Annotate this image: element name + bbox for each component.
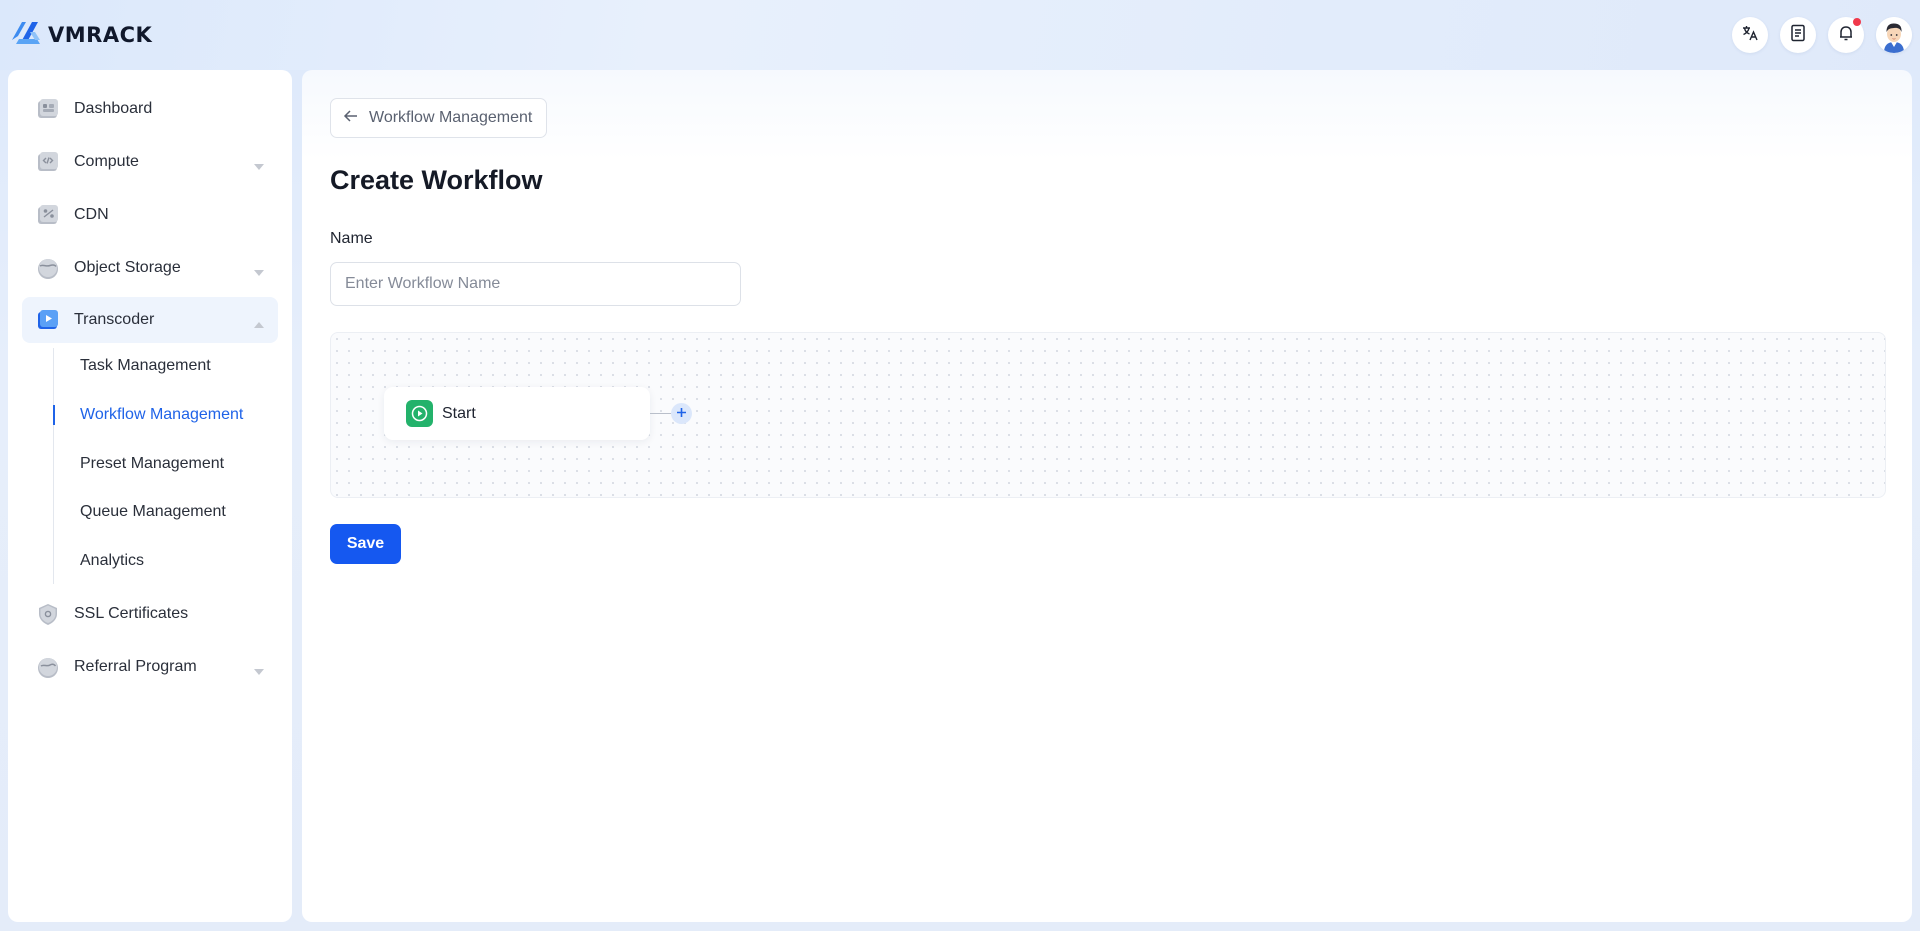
sidebar-item-cdn[interactable]: CDN <box>22 192 278 238</box>
page-title: Create Workflow <box>330 165 543 195</box>
add-node-button[interactable] <box>671 403 692 424</box>
workflow-name-input[interactable] <box>330 262 741 306</box>
sidebar-item-label: SSL Certificates <box>74 605 189 622</box>
node-connector <box>650 413 672 414</box>
chevron-up-icon <box>254 316 264 328</box>
workflow-canvas[interactable]: Start <box>330 332 1886 498</box>
sidebar-item-label: Compute <box>74 153 139 170</box>
sidebar-item-label: Object Storage <box>74 259 181 276</box>
sidebar-item-compute[interactable]: Compute <box>22 139 278 185</box>
sidebar-item-label: Referral Program <box>74 658 197 675</box>
arrow-left-icon <box>343 109 359 128</box>
notifications-button[interactable] <box>1828 17 1864 53</box>
play-circle-icon <box>406 400 433 427</box>
docs-button[interactable] <box>1780 17 1816 53</box>
back-button-label: Workflow Management <box>369 109 533 126</box>
sidebar-subitem-task-management[interactable]: Task Management <box>53 346 273 386</box>
chevron-down-icon <box>254 158 264 170</box>
sidebar-item-transcoder[interactable]: Transcoder <box>22 297 278 343</box>
transcoder-icon <box>36 308 60 332</box>
sidebar-item-dashboard[interactable]: Dashboard <box>22 86 278 132</box>
save-button[interactable]: Save <box>330 524 401 564</box>
sidebar-subitem-workflow-management[interactable]: Workflow Management <box>53 395 273 435</box>
sidebar-item-object-storage[interactable]: Object Storage <box>22 245 278 291</box>
header-actions <box>1732 17 1912 53</box>
sidebar-subitem-analytics[interactable]: Analytics <box>53 541 273 581</box>
start-node[interactable]: Start <box>384 387 650 440</box>
referral-icon <box>36 655 60 679</box>
sidebar-item-label: Dashboard <box>74 100 153 117</box>
cdn-icon <box>36 203 60 227</box>
vmrack-logo-icon <box>10 18 42 53</box>
notification-dot <box>1853 18 1861 26</box>
object-storage-icon <box>36 256 60 280</box>
translate-icon <box>1741 24 1759 47</box>
back-button[interactable]: Workflow Management <box>330 98 548 138</box>
plus-icon <box>676 405 687 423</box>
sidebar: Dashboard Compute CDN Object Storage Tra… <box>8 70 292 922</box>
compute-icon <box>36 150 60 174</box>
top-bar: VMRACK <box>0 0 1920 70</box>
language-button[interactable] <box>1732 17 1768 53</box>
logo-text: VMRACK <box>48 23 153 47</box>
document-icon <box>1790 24 1806 47</box>
logo[interactable]: VMRACK <box>10 19 152 51</box>
main-content: Workflow Management Create Workflow Name… <box>302 70 1912 922</box>
chevron-down-icon <box>254 264 264 276</box>
dashboard-icon <box>36 97 60 121</box>
chevron-down-icon <box>254 663 264 675</box>
sidebar-subitem-preset-management[interactable]: Preset Management <box>53 444 273 484</box>
start-node-label: Start <box>442 404 476 422</box>
sidebar-item-ssl-certificates[interactable]: SSL Certificates <box>22 591 278 637</box>
sidebar-item-label: CDN <box>74 206 109 223</box>
ssl-icon <box>36 602 60 626</box>
sidebar-subitem-queue-management[interactable]: Queue Management <box>53 492 273 532</box>
sidebar-item-referral-program[interactable]: Referral Program <box>22 644 278 690</box>
bell-icon <box>1837 24 1855 47</box>
sidebar-item-label: Transcoder <box>74 311 155 328</box>
avatar[interactable] <box>1876 17 1912 53</box>
name-field-label: Name <box>330 230 373 247</box>
